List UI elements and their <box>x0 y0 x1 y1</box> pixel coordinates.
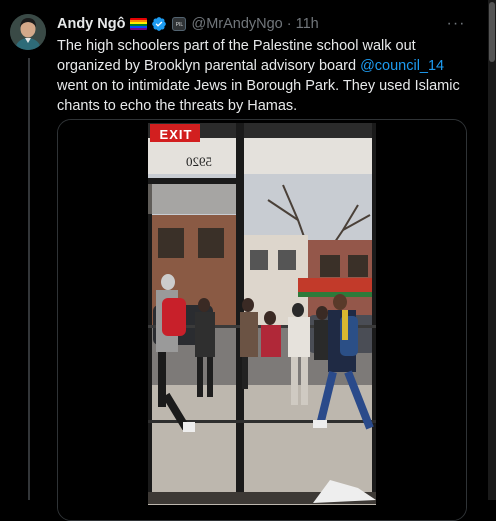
affiliate-badge-icon[interactable]: PIL <box>172 17 187 31</box>
exit-sign: EXIT <box>159 127 193 142</box>
post-text: The high schoolers part of the Palestine… <box>57 36 477 116</box>
video-player[interactable]: EXIT 5920 <box>57 119 467 521</box>
verified-badge-icon[interactable] <box>151 16 167 32</box>
video-frame <box>58 120 466 520</box>
author-avatar[interactable] <box>10 14 46 50</box>
avatar-image <box>10 14 46 50</box>
scrollbar[interactable] <box>488 0 496 500</box>
rainbow-flag-icon <box>130 18 148 30</box>
thread-line <box>28 58 30 500</box>
more-options-icon[interactable]: ··· <box>446 14 466 34</box>
post-timestamp[interactable]: 11h <box>296 16 319 32</box>
scrollbar-thumb[interactable] <box>489 2 495 62</box>
separator-dot: · <box>286 16 292 32</box>
post-text-part2: went on to intimidate Jews in Borough Pa… <box>57 78 460 114</box>
post-header: Andy Ngô PIL @MrAndyNgo · 11h <box>57 14 486 34</box>
author-handle[interactable]: @MrAndyNgo <box>191 16 282 32</box>
door-number: 5920 <box>186 154 212 169</box>
mention-link[interactable]: @council_14 <box>360 58 444 74</box>
author-name[interactable]: Andy Ngô <box>57 16 125 32</box>
